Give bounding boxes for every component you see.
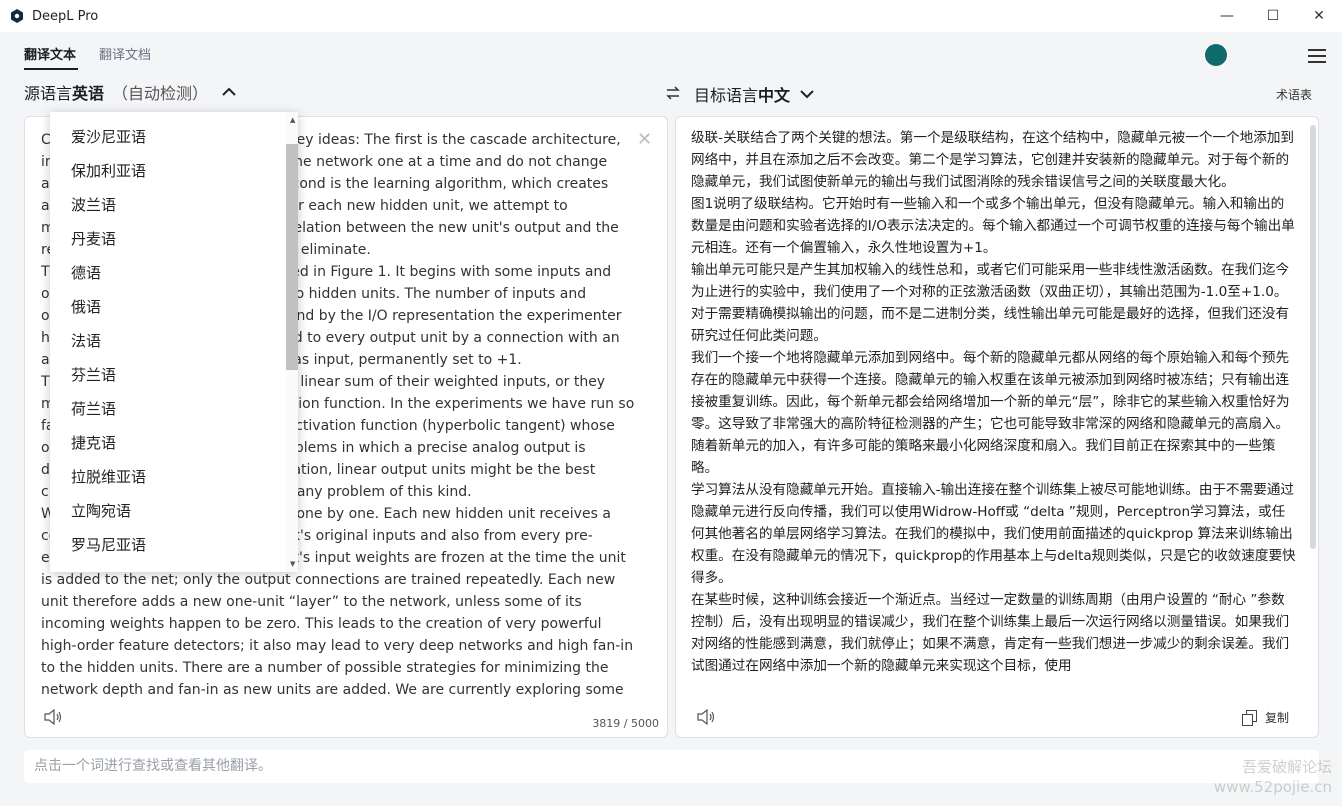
swap-languages-icon[interactable] [666,86,680,100]
scroll-up-arrow-icon[interactable]: ▲ [290,116,295,124]
source-language-dropdown: 爱沙尼亚语 保加利亚语 波兰语 丹麦语 德语 俄语 法语 芬兰语 荷兰语 捷克语 拉脱维亚语 立陶宛语… [50,112,298,572]
character-count: 3819 / 5000 [592,717,659,730]
watermark-line-2: www.52pojie.cn [1213,778,1332,796]
copy-button[interactable]: 复制 [1242,709,1289,726]
language-list: 爱沙尼亚语 保加利亚语 波兰语 丹麦语 德语 俄语 法语 芬兰语 荷兰语 捷克语 拉脱维亚语 立陶宛语… [50,120,284,562]
chevron-down-icon [800,90,814,99]
language-option[interactable]: 波兰语 [50,188,284,222]
language-option[interactable]: 罗马尼亚语 [50,528,284,562]
language-option[interactable]: 捷克语 [50,426,284,460]
language-option[interactable]: 芬兰语 [50,358,284,392]
language-option[interactable]: 法语 [50,324,284,358]
watermark-line-1: 吾爱破解论坛 [1241,758,1332,776]
glossary-button[interactable]: 术语表 [1276,86,1312,103]
target-language-prefix: 目标语言 [694,86,759,105]
deepl-logo-icon [11,9,23,23]
title-bar: DeepL Pro — ☐ ✕ [0,0,1342,32]
mode-tabs: 翻译文本 翻译文档 [0,32,1342,72]
tab-translate-text[interactable]: 翻译文本 [24,44,76,63]
window-title: DeepL Pro [32,8,99,24]
window-controls: — ☐ ✕ [1204,0,1342,32]
copy-icon [1242,709,1257,726]
source-language-name: 英语 [72,84,105,103]
language-option[interactable]: 爱沙尼亚语 [50,120,284,154]
avatar[interactable] [1205,44,1227,66]
dropdown-scroll-thumb[interactable] [286,144,298,370]
speaker-icon[interactable] [696,709,716,725]
word-lookup-bar[interactable]: 点击一个词进行查找或查看其他翻译。 [24,750,1319,783]
auto-detect-label: （自动检测） [112,84,209,103]
maximize-button[interactable]: ☐ [1250,0,1296,32]
copy-label: 复制 [1265,711,1290,725]
clear-text-icon[interactable]: ✕ [637,129,652,150]
source-language-selector[interactable]: 源语言 英语 （自动检测） [24,80,236,104]
language-option[interactable]: 德语 [50,256,284,290]
language-option[interactable]: 荷兰语 [50,392,284,426]
source-language-prefix: 源语言 [24,84,73,103]
language-option[interactable]: 丹麦语 [50,222,284,256]
target-language-selector[interactable]: 目标语言 中文 [694,82,814,106]
chevron-up-icon [222,87,236,96]
language-option[interactable]: 俄语 [50,290,284,324]
watermark: 吾爱破解论坛 www.52pojie.cn [1214,757,1332,797]
minimize-button[interactable]: — [1204,0,1250,32]
target-text-panel: 级联-关联结合了两个关键的想法。第一个是级联结构，在这个结构中，隐藏单元被一个一… [675,116,1319,738]
translated-text: 级联-关联结合了两个关键的想法。第一个是级联结构，在这个结构中，隐藏单元被一个一… [691,130,1296,674]
language-option[interactable]: 保加利亚语 [50,154,284,188]
target-language-name: 中文 [758,86,791,105]
hamburger-menu-icon[interactable] [1308,49,1326,63]
target-scrollbar[interactable] [1310,125,1316,549]
speaker-icon[interactable] [43,709,63,725]
active-tab-indicator [24,68,78,70]
tab-translate-document[interactable]: 翻译文档 [99,44,151,63]
scroll-down-arrow-icon[interactable]: ▼ [290,560,295,568]
language-option[interactable]: 拉脱维亚语 [50,460,284,494]
language-bar: 源语言 英语 （自动检测） 目标语言 中文 术语表 [0,72,1342,112]
close-button[interactable]: ✕ [1296,0,1342,32]
language-option[interactable]: 立陶宛语 [50,494,284,528]
